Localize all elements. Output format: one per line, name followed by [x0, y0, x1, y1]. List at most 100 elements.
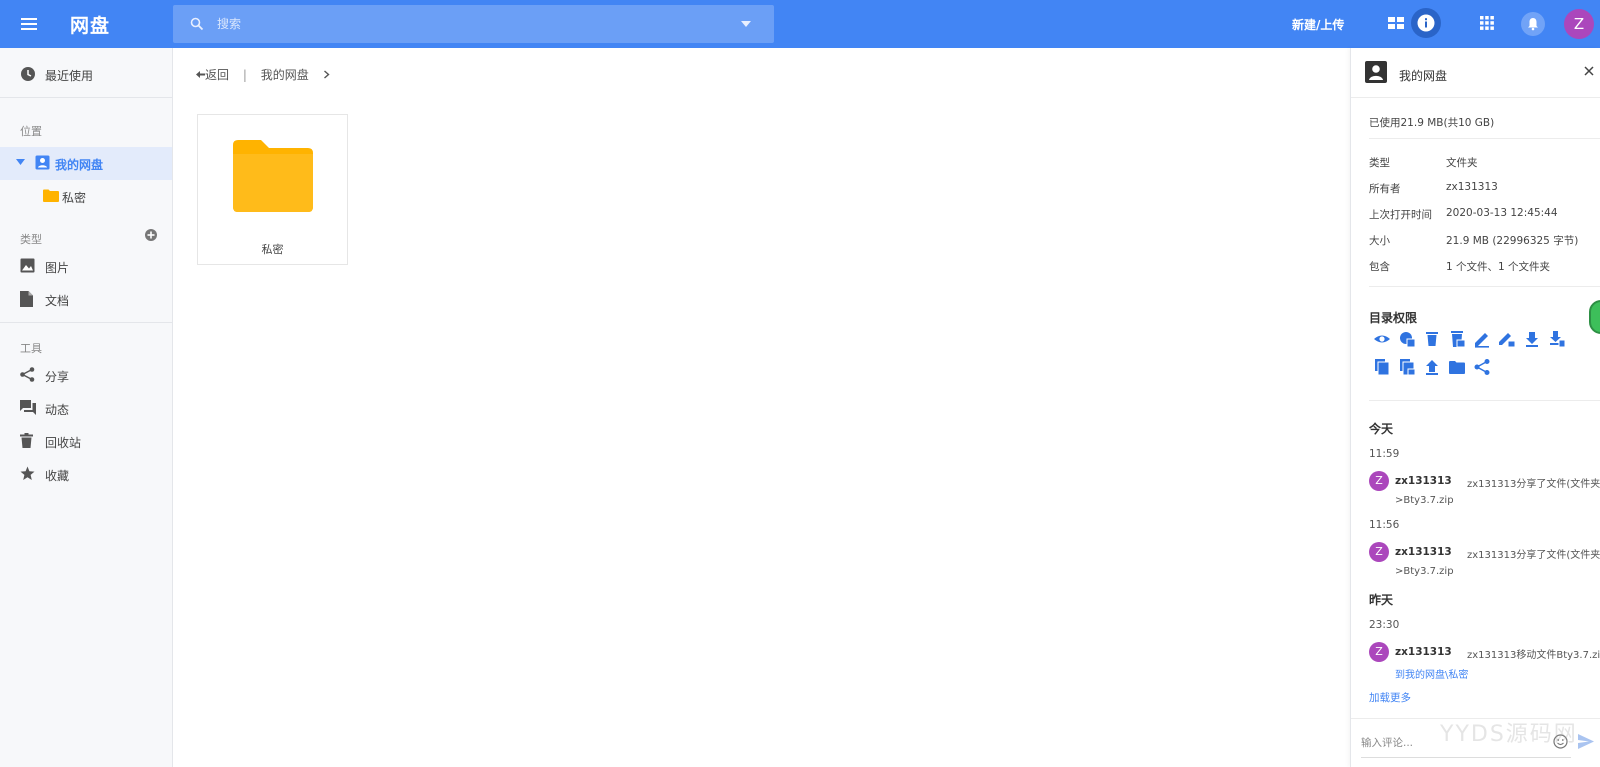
divider [1369, 286, 1600, 287]
avatar: Z [1369, 642, 1389, 662]
sidebar-item-my-drive[interactable]: 我的网盘 [0, 147, 172, 180]
send-icon[interactable] [1578, 734, 1594, 749]
app-title: 网盘 [70, 15, 111, 37]
new-folder-permission-icon[interactable] [1448, 358, 1466, 376]
details-panel: 我的网盘 已使用21.9 MB(共10 GB) 类型 文件夹 所有者 zx131… [1350, 48, 1600, 767]
download-folder-permission-icon[interactable] [1548, 330, 1566, 348]
sidebar-item-label: 文档 [45, 294, 70, 308]
sidebar-item-recent[interactable]: 最近使用 [0, 58, 172, 91]
clock-icon [20, 66, 36, 82]
apps-grid-icon[interactable] [1479, 15, 1495, 31]
avatar: Z [1369, 542, 1389, 562]
property-value: 2020-03-13 12:45:44 [1446, 207, 1558, 219]
sidebar-item-documents[interactable]: 文档 [0, 283, 172, 316]
preview-permission-icon[interactable] [1398, 330, 1416, 348]
sidebar-item-private[interactable]: 私密 [0, 180, 172, 213]
activity-entry: Z zx131313 zx131313分享了文件(文件夹) >Bty3.7.zi… [1369, 542, 1600, 582]
property-key: 上次打开时间 [1369, 209, 1432, 221]
activity-user[interactable]: zx131313 [1395, 475, 1452, 487]
view-toggle-icon[interactable] [1387, 15, 1405, 31]
property-key: 所有者 [1369, 183, 1401, 195]
upload-permission-icon[interactable] [1423, 358, 1441, 376]
top-app-bar: 网盘 新建/上传 Z [0, 0, 1600, 48]
trash-icon [20, 433, 33, 448]
back-button[interactable]: 返回 [196, 66, 229, 83]
activity-text: zx131313分享了文件(文件夹) [1467, 550, 1600, 561]
sidebar-item-recycle[interactable]: 回收站 [0, 425, 172, 458]
activity-user[interactable]: zx131313 [1395, 546, 1452, 558]
sidebar-item-share[interactable]: 分享 [0, 359, 172, 392]
sidebar: 最近使用 位置 我的网盘 私密 类型 图片 文档 工具 分享 动态 回收站 收藏 [0, 48, 173, 767]
activity-time: 23:30 [1369, 619, 1400, 631]
drive-account-icon [35, 155, 50, 170]
copy-permission-icon[interactable] [1373, 358, 1391, 376]
sidebar-item-label: 动态 [45, 403, 70, 417]
sidebar-item-favorites[interactable]: 收藏 [0, 458, 172, 491]
breadcrumb-separator: | [242, 67, 247, 82]
location-heading: 位置 [20, 125, 42, 138]
property-key: 大小 [1369, 235, 1390, 247]
bell-icon [1526, 17, 1540, 31]
caret-down-icon[interactable] [16, 159, 25, 166]
info-button[interactable] [1411, 8, 1441, 38]
sidebar-item-images[interactable]: 图片 [0, 250, 172, 283]
sidebar-item-label: 回收站 [45, 436, 82, 450]
download-permission-icon[interactable] [1523, 330, 1541, 348]
permissions-title: 目录权限 [1369, 311, 1418, 325]
user-avatar[interactable]: Z [1564, 9, 1594, 39]
menu-icon[interactable] [18, 13, 40, 35]
sidebar-item-label: 收藏 [45, 469, 70, 483]
activity-time: 11:56 [1369, 519, 1400, 531]
folder-icon [233, 140, 313, 212]
search-input[interactable] [217, 15, 717, 33]
copy-folder-permission-icon[interactable] [1398, 358, 1416, 376]
new-upload-button[interactable]: 新建/上传 [1292, 16, 1344, 33]
property-value: 1 个文件、1 个文件夹 [1446, 261, 1551, 273]
add-type-icon[interactable] [145, 229, 157, 241]
sidebar-item-label: 图片 [45, 261, 70, 275]
activity-text: zx131313分享了文件(文件夹) [1467, 479, 1600, 490]
property-value: 21.9 MB (22996325 字节) [1446, 235, 1579, 247]
search-box[interactable] [173, 5, 774, 43]
activity-target: >Bty3.7.zip [1395, 566, 1454, 577]
account-box-icon [1365, 61, 1387, 83]
activity-entry: Z zx131313 zx131313移动文件Bty3.7.zip 到我的网盘\… [1369, 642, 1600, 682]
type-heading: 类型 [20, 233, 42, 246]
delete-permission-icon[interactable] [1423, 330, 1441, 348]
activity-day-yesterday: 昨天 [1369, 593, 1394, 607]
chevron-right-icon[interactable] [323, 70, 330, 79]
edit-permission-icon[interactable] [1473, 330, 1491, 348]
image-icon [20, 258, 35, 273]
edit-folder-permission-icon[interactable] [1498, 330, 1516, 348]
storage-usage: 已使用21.9 MB(共10 GB) [1369, 117, 1495, 129]
floating-widget-badge[interactable] [1589, 300, 1600, 334]
arrow-left-icon [196, 70, 205, 79]
activity-target-link[interactable]: 到我的网盘\私密 [1395, 666, 1468, 681]
panel-header: 我的网盘 [1351, 48, 1600, 98]
delete-folder-permission-icon[interactable] [1448, 330, 1466, 348]
divider [1369, 400, 1600, 401]
divider [1369, 138, 1600, 139]
close-icon[interactable] [1584, 66, 1594, 76]
activity-target: >Bty3.7.zip [1395, 495, 1454, 506]
share-icon [20, 367, 35, 382]
notifications-button[interactable] [1521, 12, 1545, 36]
info-icon [1417, 14, 1435, 32]
search-options-dropdown-icon[interactable] [740, 20, 752, 28]
property-key: 包含 [1369, 261, 1390, 273]
breadcrumb-current[interactable]: 我的网盘 [261, 66, 309, 83]
folder-icon [43, 189, 59, 202]
load-more-link[interactable]: 加载更多 [1369, 690, 1411, 705]
star-icon [20, 466, 35, 481]
activity-user[interactable]: zx131313 [1395, 646, 1452, 658]
search-icon [190, 17, 204, 31]
sidebar-item-activity[interactable]: 动态 [0, 392, 172, 425]
folder-item[interactable]: 私密 [197, 114, 348, 265]
view-permission-icon[interactable] [1373, 330, 1391, 348]
sidebar-item-label: 最近使用 [45, 69, 94, 83]
activity-time: 11:59 [1369, 448, 1400, 460]
activity-text: zx131313移动文件Bty3.7.zip [1467, 650, 1600, 661]
share-permission-icon[interactable] [1473, 358, 1491, 376]
divider [0, 322, 172, 323]
sidebar-item-label: 私密 [62, 191, 87, 205]
